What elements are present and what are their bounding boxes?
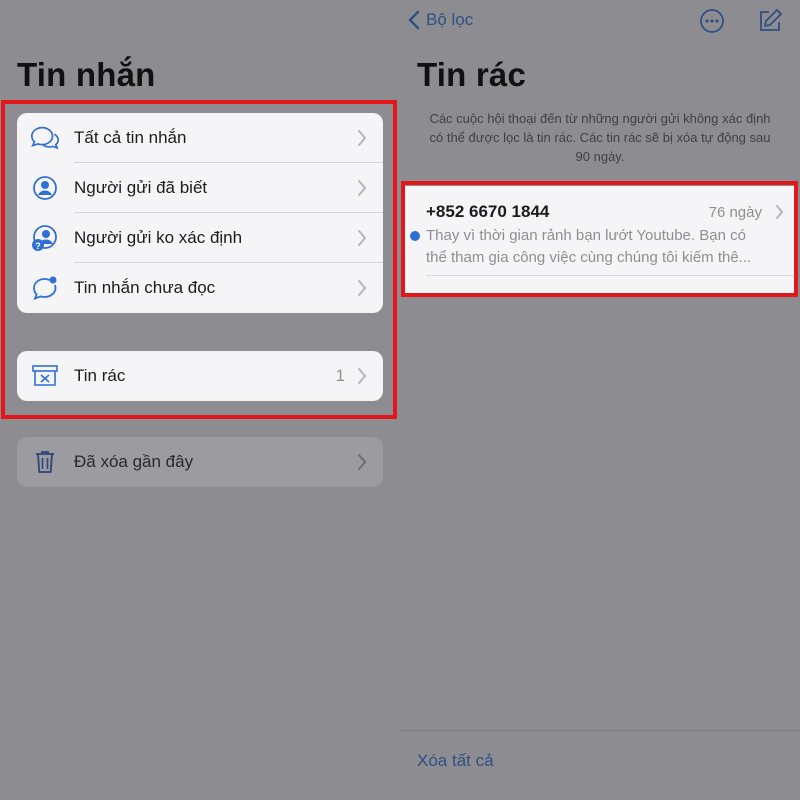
back-label: Bộ lọc <box>426 10 474 29</box>
highlight-box <box>1 100 397 419</box>
more-icon[interactable] <box>699 8 725 34</box>
filter-recently-deleted[interactable]: Đã xóa gần đây <box>17 437 383 487</box>
chevron-right-icon <box>358 454 367 470</box>
delete-all-button[interactable]: Xóa tất cả <box>417 751 494 771</box>
highlight-box <box>401 181 798 297</box>
page-title: Tin nhắn <box>17 56 156 93</box>
trash-icon <box>29 447 61 477</box>
filters-panel: Tin nhắn Tất cả tin nhắn Người gửi đã bi… <box>0 0 400 800</box>
compose-icon[interactable] <box>757 8 783 34</box>
junk-title: Tin rác <box>417 56 527 93</box>
filter-label: Đã xóa gần đây <box>74 452 194 471</box>
recently-deleted-card: Đã xóa gần đây <box>17 437 383 487</box>
junk-description: Các cuộc hội thoại đến từ những người gử… <box>429 111 771 164</box>
bottom-toolbar: Xóa tất cả <box>400 730 800 800</box>
back-button[interactable]: Bộ lọc <box>408 10 473 30</box>
chevron-left-icon <box>408 10 420 30</box>
